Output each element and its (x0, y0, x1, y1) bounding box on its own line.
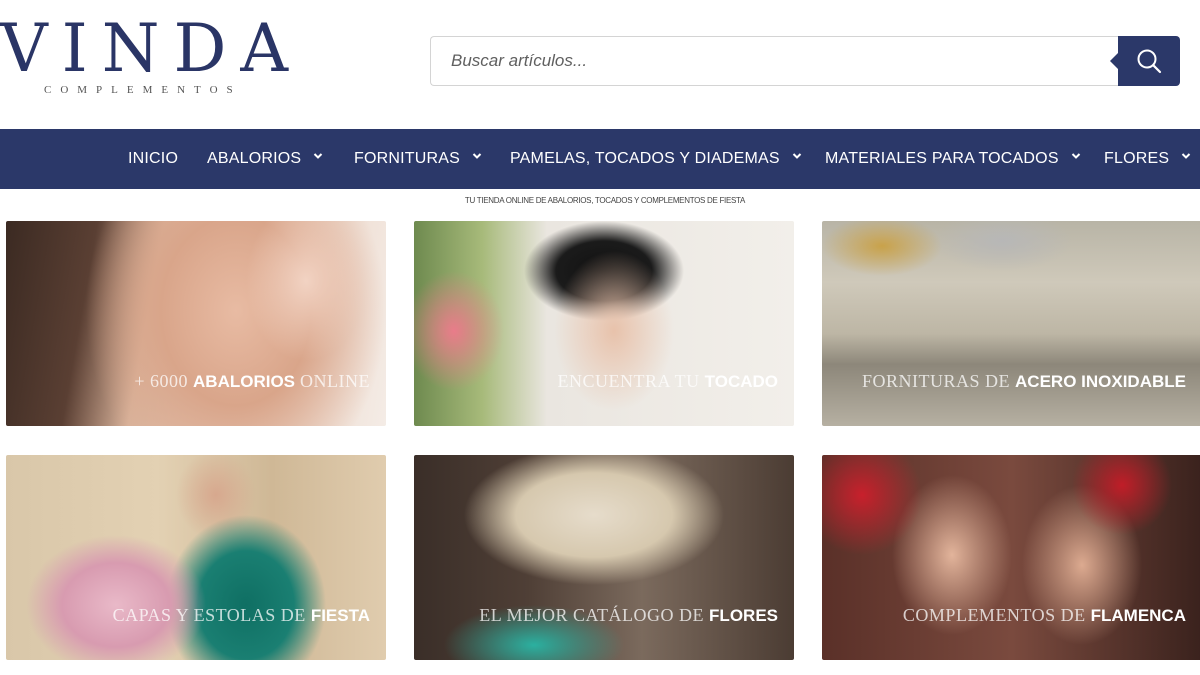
nav-item-label: FORNITURAS (354, 150, 460, 167)
category-tile-capas[interactable]: CAPAS Y ESTOLAS DE FIESTA (6, 455, 386, 660)
caption-tail: ONLINE (300, 371, 370, 391)
nav-item-label: ABALORIOS (207, 150, 302, 167)
tile-caption: ENCUENTRA TU TOCADO (557, 371, 778, 392)
search-icon (1137, 49, 1162, 74)
search-input[interactable] (430, 36, 1130, 86)
tile-caption: EL MEJOR CATÁLOGO DE FLORES (479, 605, 778, 626)
caption-light: FORNITURAS DE (862, 371, 1011, 391)
caption-bold: FLAMENCA (1090, 606, 1186, 625)
search-bar (430, 36, 1180, 86)
main-nav: INICIO ABALORIOS FORNITURAS PAMELAS, TOC… (0, 129, 1200, 189)
caption-bold: TOCADO (704, 372, 778, 391)
site-header: VINDA COMPLEMENTOS (0, 0, 1200, 128)
chevron-down-icon (314, 153, 323, 159)
caption-light: + 6000 (134, 371, 189, 391)
chevron-down-icon (792, 153, 802, 159)
category-tile-flores[interactable]: EL MEJOR CATÁLOGO DE FLORES (414, 455, 794, 660)
caption-bold: FLORES (709, 606, 778, 625)
nav-item-label: MATERIALES PARA TOCADOS (825, 150, 1059, 167)
caption-light: ENCUENTRA TU (557, 371, 700, 391)
site-logo[interactable]: VINDA COMPLEMENTOS (0, 8, 290, 104)
caption-light: COMPLEMENTOS DE (902, 605, 1086, 625)
tile-caption: CAPAS Y ESTOLAS DE FIESTA (113, 605, 370, 626)
tile-caption: FORNITURAS DE ACERO INOXIDABLE (862, 371, 1186, 392)
caption-light: CAPAS Y ESTOLAS DE (112, 605, 306, 625)
chevron-down-icon (472, 153, 482, 159)
chevron-down-icon (1071, 153, 1080, 159)
logo-subtitle: COMPLEMENTOS (44, 84, 242, 96)
tile-caption: COMPLEMENTOS DE FLAMENCA (903, 605, 1186, 626)
category-tile-flamenca[interactable]: COMPLEMENTOS DE FLAMENCA (822, 455, 1200, 660)
nav-item-inicio[interactable]: INICIO (128, 129, 178, 189)
category-tile-tocado[interactable]: ENCUENTRA TU TOCADO (414, 221, 794, 426)
chevron-down-icon (1182, 153, 1191, 159)
tile-caption: + 6000 ABALORIOS ONLINE (134, 371, 370, 392)
nav-item-label: PAMELAS, TOCADOS Y DIADEMAS (510, 150, 780, 167)
category-tile-abalorios[interactable]: + 6000 ABALORIOS ONLINE (6, 221, 386, 426)
caption-bold: FIESTA (310, 606, 370, 625)
category-tile-fornituras[interactable]: FORNITURAS DE ACERO INOXIDABLE (822, 221, 1200, 426)
caption-bold: ABALORIOS (193, 372, 296, 391)
caption-light: EL MEJOR CATÁLOGO DE (479, 605, 705, 625)
nav-item-fornituras[interactable]: FORNITURAS (354, 129, 482, 189)
nav-item-materiales[interactable]: MATERIALES PARA TOCADOS (825, 129, 1081, 189)
nav-item-label: INICIO (128, 150, 179, 167)
nav-item-abalorios[interactable]: ABALORIOS (207, 129, 323, 189)
nav-item-label: FLORES (1104, 150, 1170, 167)
nav-item-flores[interactable]: FLORES (1104, 129, 1191, 189)
site-tagline: TU TIENDA ONLINE DE ABALORIOS, TOCADOS Y… (464, 196, 746, 205)
logo-wordmark: VINDA (0, 10, 303, 87)
nav-item-pamelas[interactable]: PAMELAS, TOCADOS Y DIADEMAS (510, 129, 802, 189)
search-button[interactable] (1110, 36, 1180, 86)
caption-bold: ACERO INOXIDABLE (1015, 372, 1186, 391)
